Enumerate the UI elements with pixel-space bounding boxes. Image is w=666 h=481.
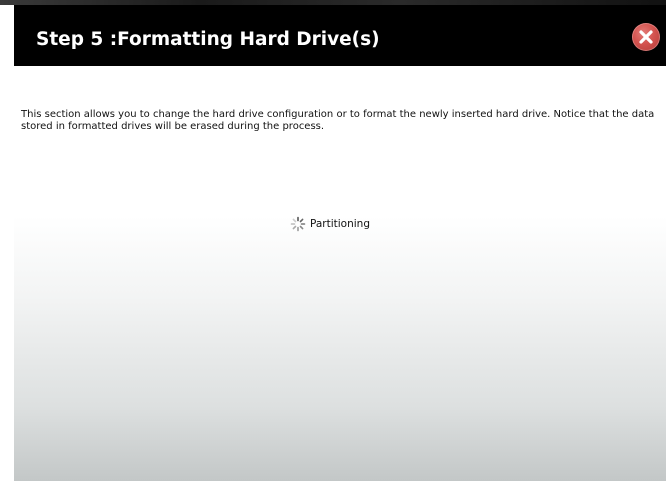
dialog-title: Step 5 :Formatting Hard Drive(s)	[36, 29, 380, 50]
dialog-content: This section allows you to change the ha…	[14, 66, 666, 481]
close-button[interactable]	[632, 23, 660, 51]
close-icon	[639, 30, 653, 44]
dialog-titlebar: Step 5 :Formatting Hard Drive(s)	[14, 5, 666, 66]
section-description: This section allows you to change the ha…	[21, 109, 655, 132]
status-text: Partitioning	[310, 218, 370, 230]
loading-spinner-icon	[290, 216, 306, 232]
format-dialog: Step 5 :Formatting Hard Drive(s) This se…	[0, 0, 666, 481]
